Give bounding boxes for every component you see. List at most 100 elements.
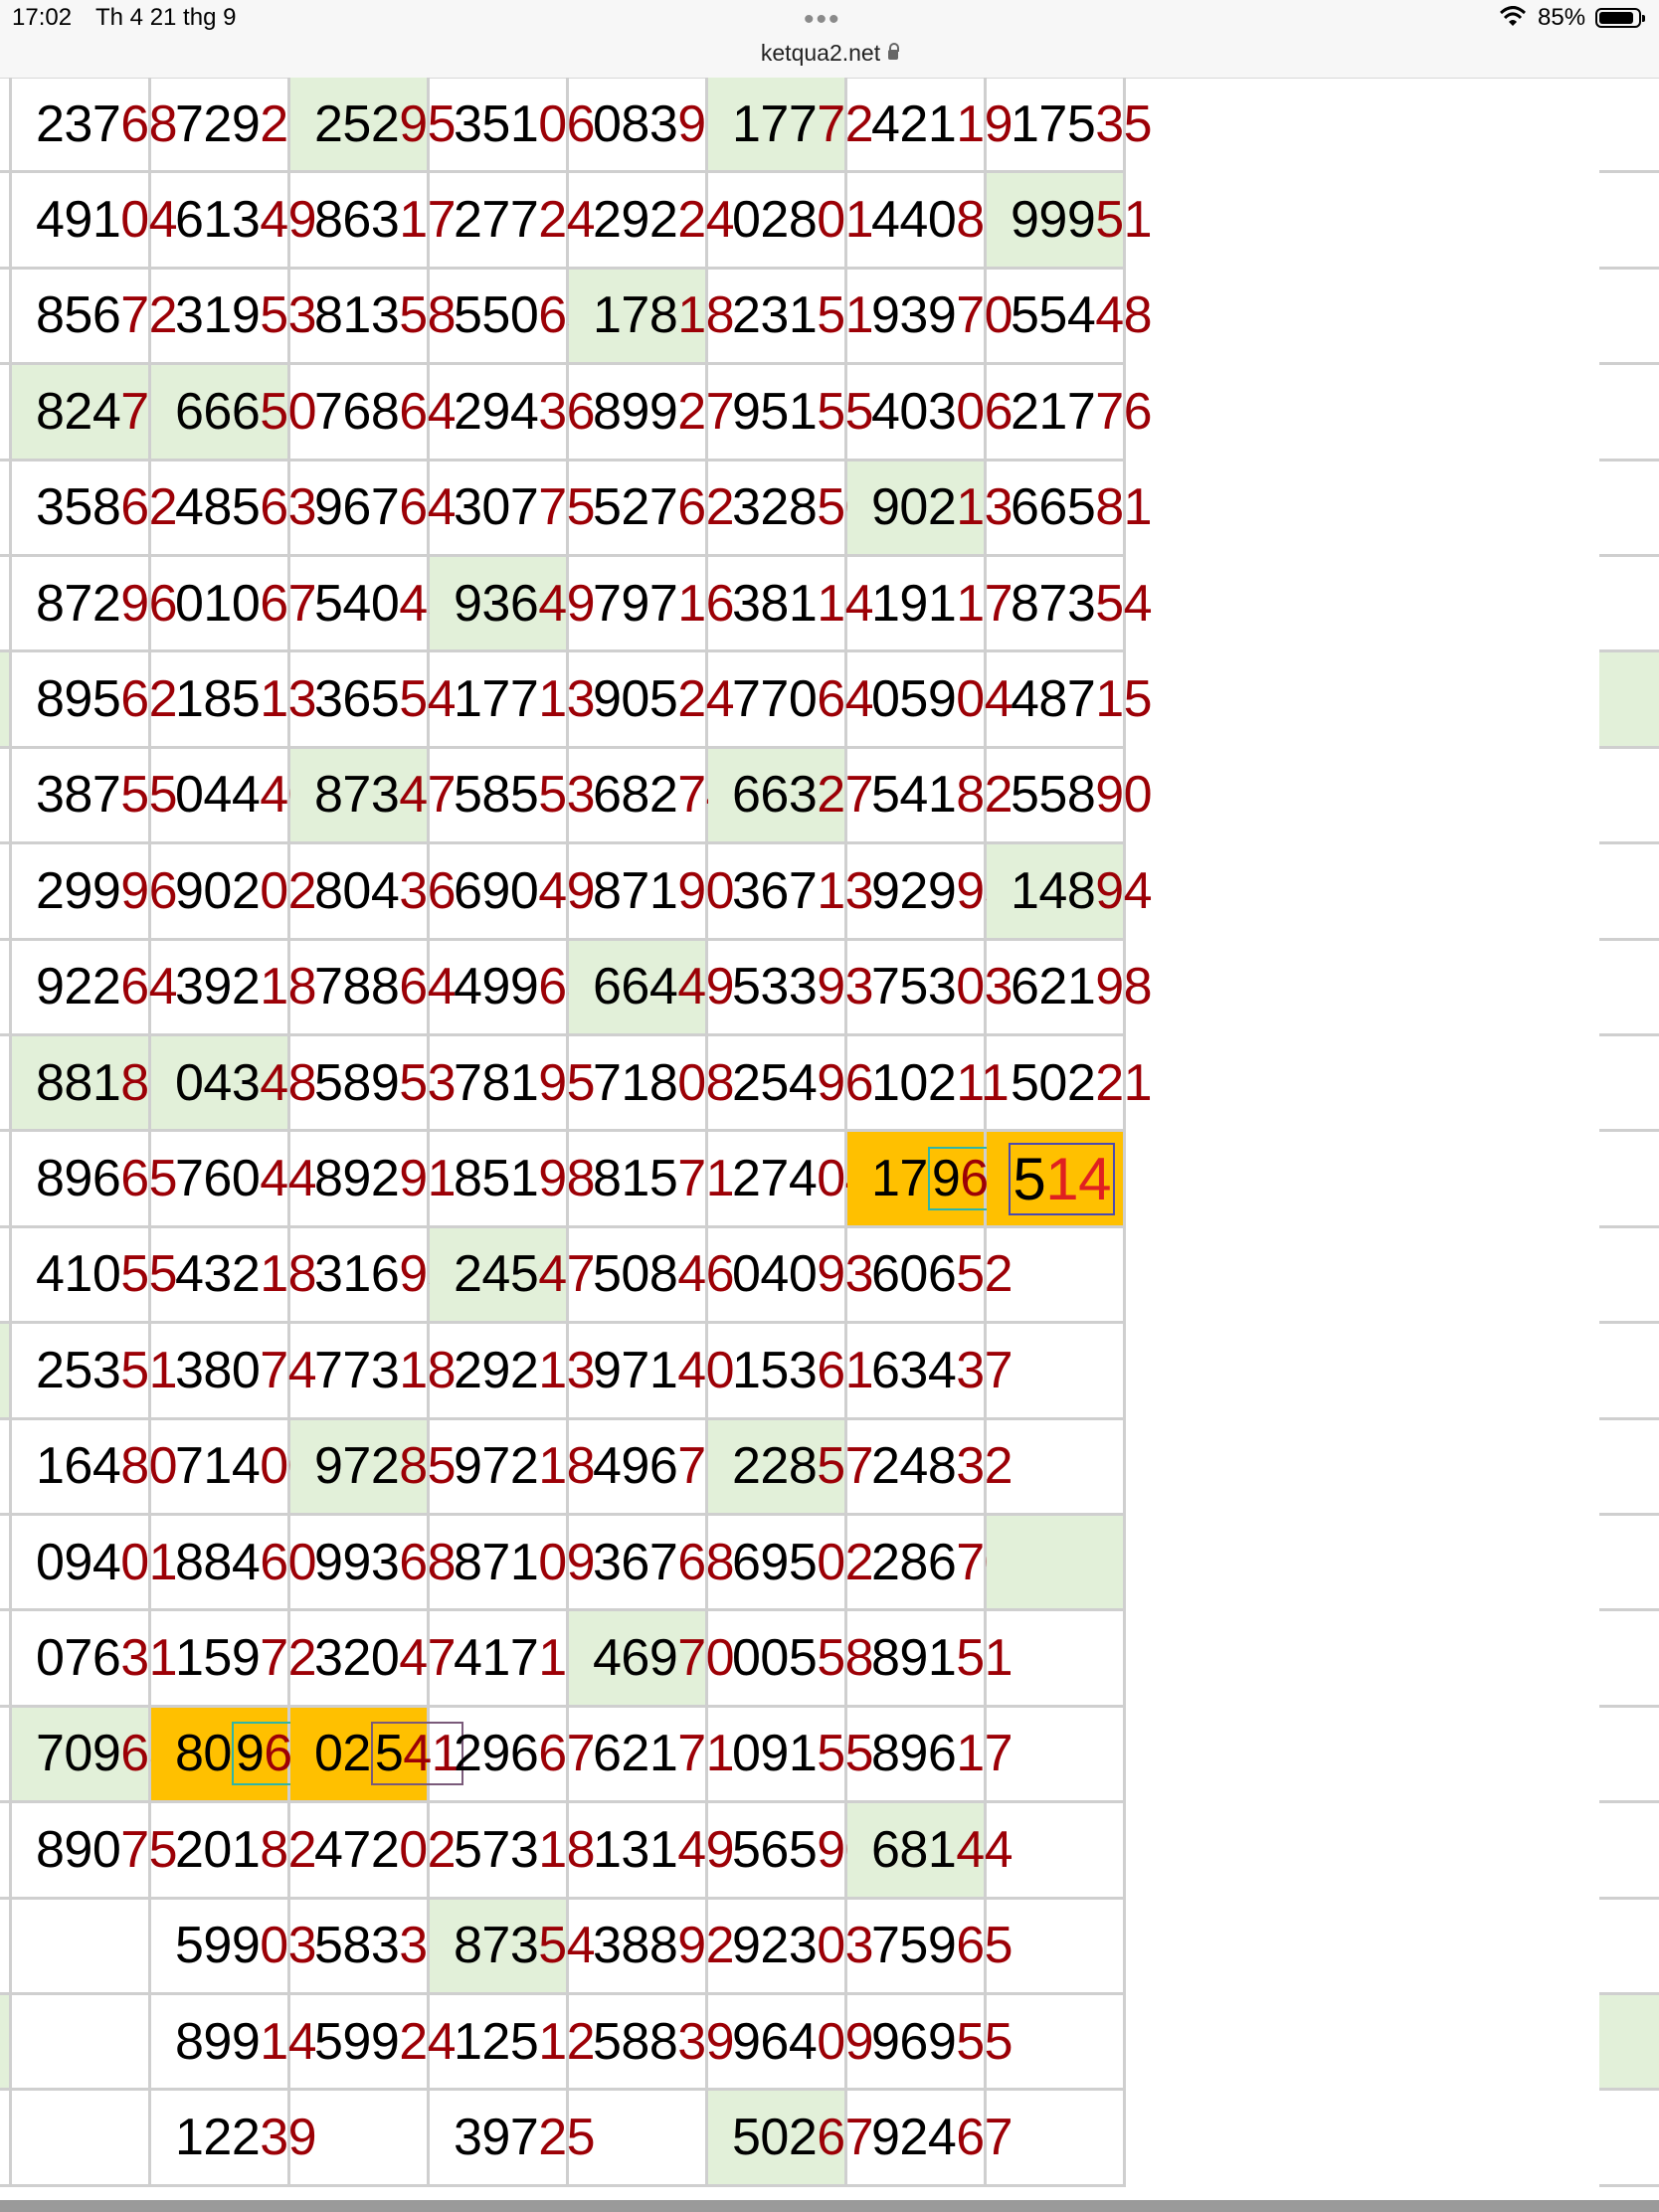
result-cell: 804 36 [290, 844, 457, 941]
result-number: 294 36 [454, 382, 596, 441]
result-number: 939 70 [871, 286, 1014, 345]
result-number: 417 17 [454, 1629, 596, 1688]
result-number: 432 18 [175, 1245, 317, 1304]
result-number: 440 82 [871, 191, 1014, 250]
result-number: 010 67 [175, 574, 317, 633]
result-number: 788 64 [314, 958, 457, 1016]
result-cell: 499 68 [430, 940, 596, 1036]
result-number: 714 00 [175, 1437, 317, 1496]
result-cell: 922 64 [12, 940, 178, 1036]
scroll-bar[interactable] [0, 2200, 1659, 2212]
result-cell: 969 55 [847, 1995, 1014, 2092]
result-number: 328 50 [732, 478, 874, 537]
result-number: 682 74 [593, 766, 735, 825]
result-cell: 972 85 [290, 1419, 457, 1516]
row-edge-right [1599, 1036, 1659, 1133]
result-cell: 491 04 [12, 173, 178, 270]
result-cell: 80965 [151, 1707, 325, 1804]
result-cell: 316 95 [290, 1227, 457, 1325]
result-cell: 585 53 [430, 748, 596, 845]
result-number: 508 46 [593, 1245, 735, 1304]
url-text: ketqua2.net [760, 40, 881, 66]
result-number: 588 39 [593, 2012, 735, 2071]
result-cell [987, 1899, 1126, 1995]
result-cell [987, 1419, 1126, 1516]
result-number: 358 62 [36, 478, 178, 537]
result-cell: 872 96 [12, 557, 178, 653]
result-cell [12, 1995, 151, 2092]
more-dots-icon[interactable]: ••• [804, 5, 841, 35]
results-grid: 237 68 729 29 252 95 351 06 083 91 177 72 421 19 175 35… [0, 78, 1659, 2202]
row-edge-left [0, 1227, 12, 1325]
result-cell: 059 04 [847, 652, 1014, 749]
result-cell: 902 13 [847, 461, 1014, 557]
result-cell [569, 2091, 708, 2187]
result-cell: 753 03 [847, 940, 1014, 1036]
result-number: 514 [987, 1132, 1123, 1224]
result-number: 274 04 [732, 1150, 874, 1208]
address-bar[interactable]: ketqua2.net [0, 40, 1659, 67]
result-cell: 890 75 [12, 1803, 178, 1900]
result-number: 472 02 [314, 1820, 457, 1879]
row-edge-right [1599, 1420, 1659, 1516]
result-number: 254 96 [732, 1053, 874, 1112]
result-number: 292 24 [593, 191, 735, 250]
row-edge-left [0, 78, 12, 174]
result-cell: 788 64 [290, 940, 457, 1036]
result-cell: 17965 [847, 1132, 1021, 1228]
result-cell: 899 14 [151, 1995, 317, 2092]
result-cell: 621 98 [987, 940, 1153, 1036]
result-cell: 902 02 [151, 844, 317, 941]
result-cell: 813 58 [290, 269, 457, 366]
result-number: 863 17 [314, 191, 457, 250]
result-cell: 387 55 [12, 748, 178, 845]
result-cell: 159 72 [151, 1611, 317, 1708]
result-number: 248 32 [871, 1437, 1014, 1496]
result-cell: 177 72 [708, 78, 874, 174]
result-cell: 714 00 [151, 1419, 317, 1516]
result-cell: 231 51 [708, 269, 874, 366]
result-number: 815 71 [593, 1150, 735, 1208]
row-edge-left [0, 1899, 12, 1995]
result-cell: 358 62 [12, 461, 178, 557]
result-cell: 296 67 [430, 1707, 596, 1804]
special-number-box: 514 [1009, 1142, 1115, 1215]
result-cell: 951 55 [708, 365, 874, 461]
result-cell: 929 93 [847, 844, 1014, 941]
result-number: 613 49 [175, 191, 317, 250]
result-number: 759 65 [871, 1917, 1014, 1975]
result-cell: 440 82 [847, 173, 1014, 270]
row-edge-left [0, 365, 12, 461]
status-time: 17:02 [12, 4, 73, 31]
result-cell: 417 17 [430, 1611, 596, 1708]
result-cell: 191 17 [847, 557, 1014, 653]
result-cell: 583 39 [290, 1899, 457, 1995]
result-number: 159 72 [175, 1629, 317, 1688]
result-cell: 514 [987, 1132, 1126, 1228]
result-number: 871 90 [593, 861, 735, 920]
result-number: 856 72 [36, 286, 178, 345]
result-number: 899 14 [175, 2012, 317, 2071]
result-cell: 773 18 [290, 1324, 457, 1420]
result-cell: 797 16 [569, 557, 735, 653]
result-number: 178 18 [593, 286, 735, 345]
row-edge-right [1599, 557, 1659, 653]
result-cell: 665 81 [987, 461, 1153, 557]
result-number: 387 55 [36, 766, 178, 825]
result-cell: 541 82 [847, 748, 1014, 845]
result-number: 871 09 [454, 1533, 596, 1591]
result-cell: 760 44 [151, 1132, 317, 1228]
result-cell: 380 74 [151, 1324, 317, 1420]
result-number: 621 71 [593, 1725, 735, 1783]
result-number: 599 24 [314, 2012, 457, 2071]
row-edge-right [1599, 365, 1659, 461]
result-number: 286 70 [871, 1533, 1014, 1591]
result-cell [987, 1516, 1126, 1612]
row-edge-right [1599, 1324, 1659, 1420]
result-cell: 102 11 [847, 1036, 1010, 1133]
result-number: 967 64 [314, 478, 457, 537]
result-number: 890 75 [36, 1820, 178, 1879]
result-cell: 891 51 [847, 1611, 1014, 1708]
row-edge-left [0, 748, 12, 845]
result-cell: 964 09 [708, 1995, 874, 2092]
